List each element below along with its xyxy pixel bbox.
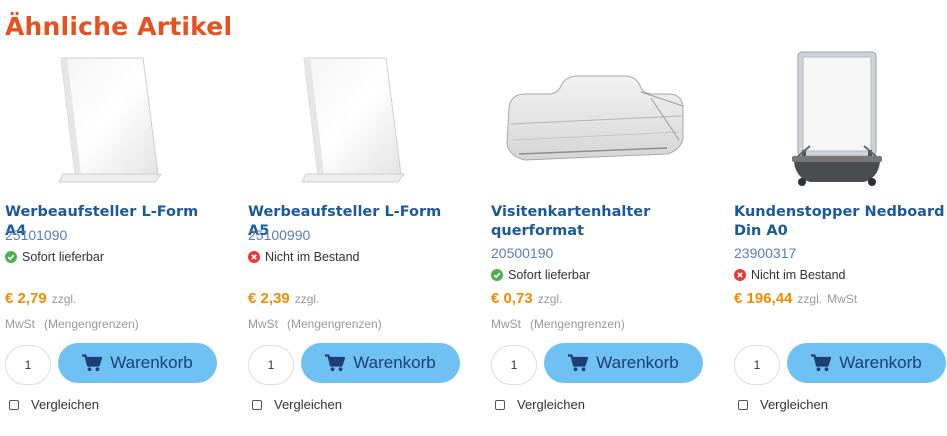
compare-checkbox[interactable]: [252, 399, 262, 410]
product-card: Kundenstopper Nedboard Din A0 23900317 N…: [734, 0, 947, 436]
product-name-line: Visitenkartenhalter: [491, 204, 651, 220]
x-circle-icon: [248, 251, 260, 263]
add-to-cart-label: Warenkorb: [839, 353, 922, 372]
product-card: Visitenkartenhalter querformat 20500190 …: [491, 0, 711, 436]
vat-prefix: zzgl.: [51, 292, 77, 306]
stock-status: Nicht im Bestand: [734, 268, 845, 282]
product-image[interactable]: [491, 50, 701, 195]
product-card: Werbeaufsteller L-Form A4 25101090 Sofor…: [5, 0, 225, 436]
vat-label: MwSt: [827, 292, 858, 306]
vat-note: MwSt (Mengengrenzen): [5, 317, 139, 331]
compare-toggle[interactable]: Vergleichen: [9, 397, 99, 412]
product-sku: 23900317: [734, 245, 797, 261]
product-price: € 2,39: [248, 290, 290, 307]
price-row: € 0,73 zzgl.: [491, 290, 562, 307]
quantity-limits-link[interactable]: (Mengengrenzen): [530, 317, 625, 331]
quantity-input[interactable]: 1: [491, 345, 537, 385]
stock-label: Sofort lieferbar: [508, 268, 590, 282]
check-circle-icon: [5, 251, 17, 263]
cart-icon: [82, 354, 103, 372]
quantity-input[interactable]: 1: [734, 345, 780, 385]
compare-label: Vergleichen: [760, 397, 828, 412]
add-to-cart-button[interactable]: Warenkorb: [787, 343, 946, 383]
compare-label: Vergleichen: [31, 397, 99, 412]
product-price: € 2,79: [5, 290, 47, 307]
quantity-limits-link[interactable]: (Mengengrenzen): [287, 317, 382, 331]
product-sku: 20500190: [491, 245, 554, 261]
compare-label: Vergleichen: [274, 397, 342, 412]
add-to-cart-button[interactable]: Warenkorb: [544, 343, 703, 383]
add-to-cart-label: Warenkorb: [110, 353, 193, 372]
product-image[interactable]: [5, 50, 215, 195]
product-image[interactable]: [248, 50, 458, 195]
product-card: Werbeaufsteller L-Form A5 25100990 Nicht…: [248, 0, 468, 436]
stock-label: Nicht im Bestand: [751, 268, 846, 282]
vat-prefix: zzgl.: [537, 292, 563, 306]
quantity-input[interactable]: 1: [5, 345, 51, 385]
cart-icon: [568, 354, 589, 372]
check-circle-icon: [491, 269, 503, 281]
add-to-cart-button[interactable]: Warenkorb: [301, 343, 460, 383]
stock-label: Nicht im Bestand: [265, 250, 360, 264]
price-row: € 2,39 zzgl.: [248, 290, 319, 307]
stock-status: Nicht im Bestand: [248, 250, 359, 264]
compare-toggle[interactable]: Vergleichen: [252, 397, 342, 412]
product-name-line: Din A0: [734, 223, 788, 239]
x-circle-icon: [734, 269, 746, 281]
compare-label: Vergleichen: [517, 397, 585, 412]
product-name[interactable]: Visitenkartenhalter querformat: [491, 203, 706, 241]
vat-label: MwSt: [491, 317, 521, 331]
quantity-input[interactable]: 1: [248, 345, 294, 385]
compare-checkbox[interactable]: [495, 399, 505, 410]
product-price: € 0,73: [491, 290, 533, 307]
vat-label: MwSt: [5, 317, 35, 331]
vat-note: MwSt (Mengengrenzen): [248, 317, 382, 331]
vat-prefix: zzgl.: [294, 292, 320, 306]
add-to-cart-label: Warenkorb: [596, 353, 679, 372]
compare-toggle[interactable]: Vergleichen: [738, 397, 828, 412]
product-name-line: querformat: [491, 223, 584, 239]
product-name[interactable]: Kundenstopper Nedboard Din A0: [734, 203, 947, 241]
compare-toggle[interactable]: Vergleichen: [495, 397, 585, 412]
product-sku: 25100990: [248, 227, 311, 243]
product-image[interactable]: [734, 50, 944, 195]
compare-checkbox[interactable]: [9, 399, 19, 410]
add-to-cart-button[interactable]: Warenkorb: [58, 343, 217, 383]
quantity-limits-link[interactable]: (Mengengrenzen): [44, 317, 139, 331]
price-row: € 2,79 zzgl.: [5, 290, 76, 307]
product-grid: Werbeaufsteller L-Form A4 25101090 Sofor…: [0, 0, 947, 436]
price-row: € 196,44 zzgl. MwSt: [734, 290, 857, 307]
cart-icon: [811, 354, 832, 372]
product-name-line: Kundenstopper Nedboard: [734, 204, 945, 220]
vat-label: MwSt: [248, 317, 278, 331]
vat-prefix: zzgl.: [797, 292, 823, 306]
stock-status: Sofort lieferbar: [491, 268, 590, 282]
vat-note: MwSt (Mengengrenzen): [491, 317, 625, 331]
compare-checkbox[interactable]: [738, 399, 748, 410]
stock-status: Sofort lieferbar: [5, 250, 104, 264]
cart-icon: [325, 354, 346, 372]
product-price: € 196,44: [734, 290, 793, 307]
product-sku: 25101090: [5, 227, 68, 243]
stock-label: Sofort lieferbar: [22, 250, 104, 264]
add-to-cart-label: Warenkorb: [353, 353, 436, 372]
